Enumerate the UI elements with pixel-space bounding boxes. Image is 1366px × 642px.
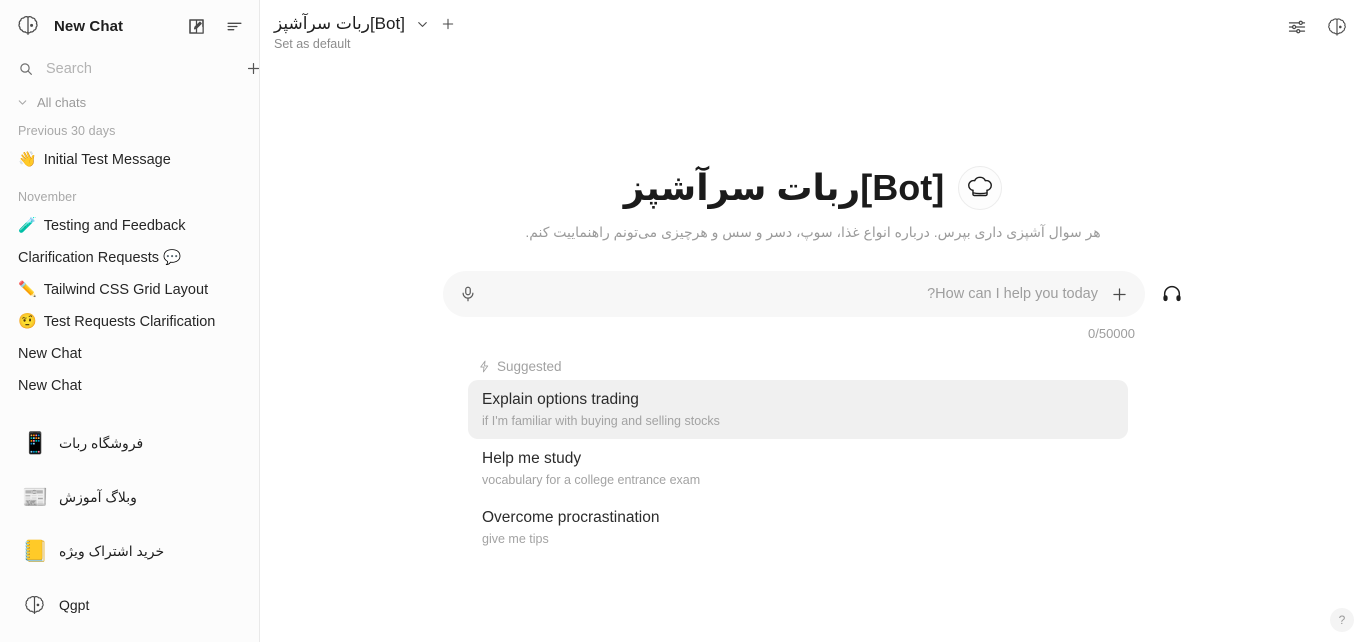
- add-bot-plus-icon[interactable]: [440, 16, 456, 32]
- sidebar-item-blog[interactable]: 📰 وبلاگ آموزش: [0, 470, 259, 524]
- menu-lines-icon[interactable]: [223, 15, 245, 37]
- list-item[interactable]: New Chat: [0, 402, 259, 416]
- sidebar-header-actions: [185, 15, 245, 37]
- bot-name[interactable]: [Bot]ربات سرآشپز: [274, 14, 405, 34]
- suggestion-item[interactable]: Help me study vocabulary for a college e…: [468, 439, 1128, 498]
- suggestions-label: Suggested: [497, 359, 562, 374]
- app-root: New Chat Search All chats Previous 30 da…: [0, 0, 1366, 642]
- hero-subtitle: هر سوال آشپزی داری بپرس. درباره انواع غذ…: [525, 224, 1101, 240]
- sidebar-item-subscription[interactable]: 📒 خرید اشتراک ویژه: [0, 524, 259, 578]
- suggestion-item[interactable]: Overcome procrastination give me tips: [468, 498, 1128, 557]
- suggestion-title: Help me study: [482, 450, 582, 467]
- message-input[interactable]: [489, 271, 1098, 317]
- attach-plus-icon[interactable]: [1110, 285, 1129, 304]
- chat-group-label: Previous 30 days: [18, 123, 116, 138]
- sidebar-bottom-menu: 📱 فروشگاه ربات 📰 وبلاگ آموزش 📒 خرید اشتر…: [0, 394, 259, 642]
- main-header: [Bot]ربات سرآشپز Set as default: [260, 0, 1366, 62]
- brain-gear-icon: [22, 593, 46, 617]
- all-chats-toggle[interactable]: All chats: [0, 85, 259, 116]
- list-item[interactable]: New Chat: [0, 370, 259, 402]
- bot-selector: [Bot]ربات سرآشپز Set as default: [274, 14, 456, 51]
- suggestion-desc: if I'm familiar with buying and selling …: [482, 414, 720, 428]
- chef-hat-icon: [958, 166, 1003, 210]
- wave-emoji-icon: 👋: [18, 151, 37, 169]
- empty-state: [Bot]ربات سرآشپز هر سوال آشپزی داری بپرس…: [260, 62, 1366, 642]
- list-item-label: New Chat: [18, 345, 82, 362]
- sidebar-title: New Chat: [54, 17, 124, 35]
- suggestion-desc: vocabulary for a college entrance exam: [482, 473, 701, 487]
- sidebar-search[interactable]: [0, 53, 260, 85]
- list-item-label: Tailwind CSS Grid Layout: [43, 281, 209, 298]
- sliders-icon[interactable]: [1286, 16, 1308, 38]
- composer-zone: 0/50000: [443, 271, 1183, 341]
- list-item-label: Test Requests Clarification: [43, 313, 216, 330]
- chat-group-label: November: [18, 189, 77, 204]
- search-input[interactable]: [46, 60, 233, 77]
- list-item-label: New Chat: [18, 407, 82, 416]
- all-chats-label: All chats: [37, 94, 87, 110]
- chevron-down-icon: [18, 100, 27, 105]
- suggestions-header: Suggested: [468, 359, 1128, 374]
- sidebar: New Chat Search All chats Previous 30 da…: [0, 0, 260, 642]
- sidebar-header: New Chat: [0, 0, 259, 53]
- sidebar-item-label: وبلاگ آموزش: [59, 488, 137, 505]
- char-counter: 0/50000: [1088, 326, 1135, 341]
- list-item-label: New Chat: [18, 377, 82, 394]
- page-title: [Bot]ربات سرآشپز: [623, 167, 945, 209]
- chevron-down-icon[interactable]: [415, 17, 430, 32]
- list-item[interactable]: New Chat: [0, 338, 259, 370]
- lightning-bolt-icon: [480, 360, 489, 373]
- compose-icon[interactable]: [185, 15, 207, 37]
- list-item[interactable]: 👋 Initial Test Message: [0, 144, 259, 176]
- suggestion-title: Explain options trading: [482, 391, 639, 408]
- bot-selector-row: [Bot]ربات سرآشپز: [274, 14, 456, 34]
- sidebar-item-label: فروشگاه ربات: [59, 434, 144, 451]
- list-item[interactable]: 🤨 Test Requests Clarification: [0, 306, 259, 338]
- list-item[interactable]: ✏️ Tailwind CSS Grid Layout: [0, 274, 259, 306]
- sidebar-item-label: خرید اشتراک ویژه: [59, 542, 165, 559]
- set-as-default-link[interactable]: Set as default: [274, 37, 456, 51]
- sidebar-item-qgpt[interactable]: Qgpt: [0, 578, 259, 632]
- main-area: [Bot]ربات سرآشپز Set as default [Bot]ربا…: [260, 0, 1366, 642]
- list-item[interactable]: 🧪 Testing and Feedback: [0, 210, 259, 242]
- suggestions-panel: Suggested Explain options trading if I'm…: [468, 359, 1128, 557]
- thinking-face-emoji-icon: 🤨: [18, 313, 37, 331]
- mobile-shop-emoji-icon: 📱: [22, 431, 49, 455]
- ledger-emoji-icon: 📒: [22, 539, 49, 563]
- composer-row: [443, 271, 1183, 317]
- chat-list[interactable]: Previous 30 days 👋 Initial Test Message …: [0, 116, 259, 416]
- pencil-emoji-icon: ✏️: [18, 281, 37, 299]
- main-header-actions: [1286, 14, 1348, 38]
- microphone-icon[interactable]: [459, 285, 477, 303]
- list-item-label: Testing and Feedback: [43, 217, 186, 234]
- search-icon: [18, 61, 34, 77]
- brain-gear-icon: [16, 14, 40, 38]
- suggestion-title: Overcome procrastination: [482, 509, 660, 526]
- test-tube-emoji-icon: 🧪: [18, 217, 37, 235]
- list-item-label: Clarification Requests 💬: [18, 249, 182, 266]
- list-item-label: Initial Test Message: [43, 151, 171, 168]
- message-composer[interactable]: [443, 271, 1145, 317]
- sidebar-item-label: Qgpt: [59, 597, 90, 613]
- list-item[interactable]: Clarification Requests 💬: [0, 242, 259, 274]
- suggestion-desc: give me tips: [482, 532, 549, 546]
- suggestion-item[interactable]: Explain options trading if I'm familiar …: [468, 380, 1128, 439]
- hero-title-row: [Bot]ربات سرآشپز: [624, 166, 1003, 210]
- headphones-icon[interactable]: [1161, 283, 1183, 305]
- help-button[interactable]: ?: [1330, 608, 1354, 632]
- sidebar-item-bot-store[interactable]: 📱 فروشگاه ربات: [0, 416, 259, 470]
- brain-gear-icon[interactable]: [1326, 16, 1348, 38]
- newspaper-emoji-icon: 📰: [22, 485, 49, 509]
